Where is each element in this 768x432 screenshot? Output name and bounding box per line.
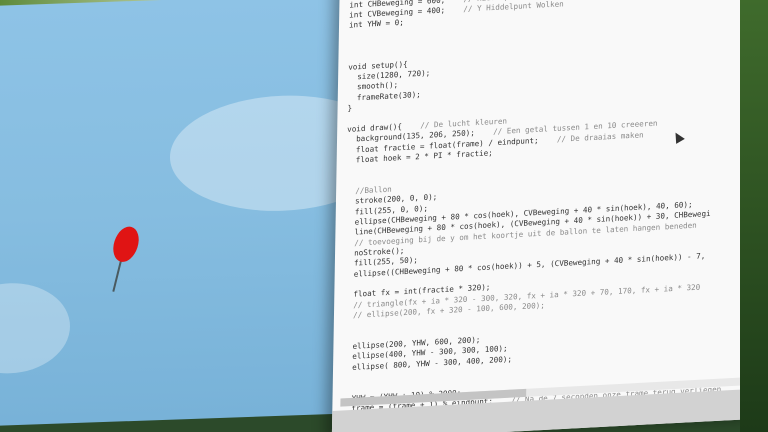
code-editor-window: int frame = ...int eindpunt = 210; // Hi… [331, 0, 760, 432]
photo-scene: int frame = ...int eindpunt = 210; // Hi… [0, 0, 768, 432]
code-text: } [347, 103, 353, 113]
background-foliage [740, 0, 768, 432]
code-listing[interactable]: int frame = ...int eindpunt = 210; // Hi… [342, 0, 751, 425]
sketch-output-window [0, 0, 390, 427]
code-text: int YHW = 0; [348, 18, 404, 30]
cloud [0, 281, 70, 376]
red-balloon [109, 223, 143, 265]
